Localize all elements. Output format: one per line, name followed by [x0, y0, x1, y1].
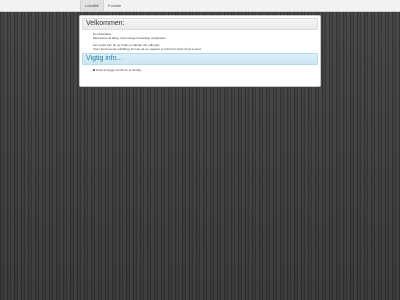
info-item-text: Husk at logge ud når du er færdig.	[96, 68, 142, 72]
top-navigation-bar: Lokalité Forside	[0, 0, 400, 12]
welcome-line: Viser (kommende udstilling) Du kan da se…	[93, 46, 202, 51]
welcome-line: Med fokus på alting med mange forskellig…	[93, 36, 167, 40]
welcome-heading: Velkommen:	[82, 18, 318, 30]
nav-menu: Lokalité Forside	[80, 0, 125, 11]
bullet-icon	[93, 69, 95, 71]
nav-item-forside[interactable]: Forside	[104, 0, 125, 11]
content-panel: Velkommen: Et udsættelse. Med fokus på a…	[79, 15, 321, 87]
info-list-item: Husk at logge ud når du er færdig.	[93, 68, 320, 72]
welcome-body: Et udsættelse. Med fokus på alting med m…	[80, 30, 320, 51]
nav-item-lokalite[interactable]: Lokalité	[80, 0, 104, 11]
info-list: Husk at logge ud når du er færdig.	[80, 68, 320, 72]
info-body: Husk at logge ud når du er færdig.	[80, 65, 320, 72]
info-heading: Vigtig info...	[82, 53, 318, 65]
